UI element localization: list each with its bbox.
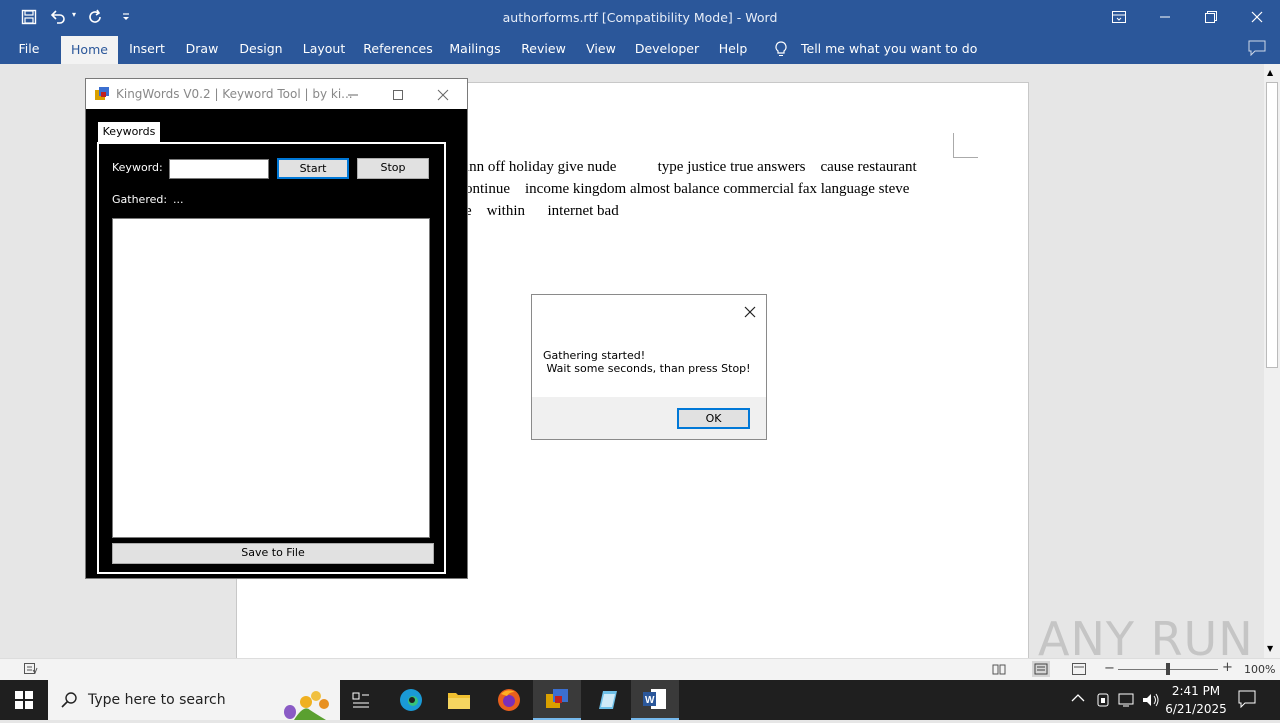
tab-home[interactable]: Home [61, 36, 118, 64]
keyword-input[interactable] [169, 159, 269, 179]
print-layout-icon[interactable] [1032, 661, 1050, 677]
ribbon-display-options-icon[interactable] [1096, 0, 1142, 34]
ok-button[interactable]: OK [677, 408, 750, 429]
svg-text:W: W [645, 695, 655, 706]
message-dialog: Gathering started! Wait some seconds, th… [531, 294, 767, 440]
vertical-scrollbar[interactable]: ▲ ▼ [1264, 64, 1280, 658]
kingwords-body: Keywords Keyword: Start Stop Gathered: .… [86, 109, 467, 578]
dialog-message-line1: Gathering started! [543, 349, 646, 362]
stop-button[interactable]: Stop [357, 158, 429, 179]
tab-keywords[interactable]: Keywords [98, 122, 160, 142]
search-icon [61, 692, 77, 711]
network-icon[interactable] [1118, 692, 1136, 711]
show-hidden-icons[interactable] [1071, 692, 1085, 706]
notification-center-icon[interactable] [1238, 690, 1256, 711]
zoom-slider-thumb[interactable] [1166, 663, 1170, 675]
volume-icon[interactable] [1142, 692, 1160, 711]
zoom-out-icon[interactable]: − [1104, 661, 1115, 676]
read-mode-icon[interactable] [992, 663, 1006, 678]
task-view-icon[interactable] [337, 680, 385, 720]
doc-text-line: inn off holiday give nude type justice t… [465, 159, 917, 175]
gathered-label: Gathered: [112, 193, 168, 206]
tab-insert[interactable]: Insert [124, 34, 170, 64]
kw-close-button[interactable] [429, 86, 457, 104]
clock-date[interactable]: 6/21/2025 [1163, 702, 1229, 716]
gathered-count: ... [173, 193, 184, 206]
keywords-list[interactable] [112, 218, 430, 538]
lightbulb-icon [774, 41, 788, 60]
ribbon-tab-bar: File Home Insert Draw Design Layout Refe… [0, 34, 1280, 64]
web-layout-icon[interactable] [1072, 663, 1086, 678]
tab-review[interactable]: Review [516, 34, 571, 64]
kw-minimize-button[interactable] [339, 86, 367, 104]
kingwords-taskbar-icon[interactable] [533, 680, 581, 720]
zoom-in-icon[interactable]: + [1222, 660, 1233, 675]
kw-maximize-button[interactable] [384, 86, 412, 104]
word-title-bar: ▾ authorforms.rtf [Compatibility Mode] -… [0, 0, 1280, 34]
doc-text-line: ontinue income kingdom almost balance co… [465, 181, 910, 197]
comments-icon[interactable] [1248, 40, 1266, 59]
keyword-label: Keyword: [112, 161, 163, 174]
dialog-footer: OK [532, 397, 766, 439]
zoom-level[interactable]: 100% [1244, 663, 1275, 676]
kingwords-window: KingWords V0.2 | Keyword Tool | by ki...… [85, 78, 468, 579]
tab-mailings[interactable]: Mailings [444, 34, 506, 64]
tab-design[interactable]: Design [234, 34, 288, 64]
tab-layout[interactable]: Layout [297, 34, 351, 64]
search-placeholder: Type here to search [88, 692, 226, 708]
firefox-icon[interactable] [485, 680, 533, 720]
minimize-button[interactable] [1142, 0, 1188, 34]
word-taskbar-icon[interactable]: W [631, 680, 679, 720]
status-bar: − + 100% [0, 658, 1280, 681]
tab-file[interactable]: File [10, 34, 48, 64]
save-to-file-button[interactable]: Save to File [112, 543, 434, 564]
start-button[interactable]: Start [277, 158, 349, 179]
tell-me-search[interactable]: Tell me what you want to do [801, 41, 977, 56]
keywords-tab-panel: Keyword: Start Stop Gathered: ... Save t… [97, 142, 446, 574]
scroll-down-icon[interactable]: ▼ [1267, 644, 1273, 653]
scroll-thumb[interactable] [1266, 82, 1278, 368]
doc-text-line: e within internet bad [465, 203, 619, 219]
kingwords-title-bar: KingWords V0.2 | Keyword Tool | by ki... [86, 79, 467, 109]
taskbar-search-box[interactable]: Type here to search [48, 680, 340, 720]
tab-view[interactable]: View [582, 34, 620, 64]
close-button[interactable] [1234, 0, 1280, 34]
file-explorer-icon[interactable] [435, 680, 483, 720]
clock-time[interactable]: 2:41 PM [1163, 684, 1229, 698]
search-highlight-flowers-icon [264, 684, 336, 723]
margin-corner-mark [953, 133, 978, 158]
dialog-message-line2: Wait some seconds, than press Stop! [543, 362, 751, 375]
notepad-icon[interactable] [583, 680, 631, 720]
accessibility-icon[interactable] [24, 663, 38, 678]
tab-developer[interactable]: Developer [632, 34, 702, 64]
tab-draw[interactable]: Draw [180, 34, 224, 64]
restore-button[interactable] [1188, 0, 1234, 34]
app-icon [95, 87, 109, 104]
tab-references[interactable]: References [362, 34, 434, 64]
scroll-up-icon[interactable]: ▲ [1267, 68, 1273, 77]
edge-icon[interactable] [387, 680, 435, 720]
dialog-close-button[interactable] [740, 303, 760, 321]
document-title: authorforms.rtf [Compatibility Mode] - W… [502, 10, 778, 25]
tab-help[interactable]: Help [712, 34, 754, 64]
defender-icon[interactable] [1096, 692, 1110, 711]
start-button[interactable] [0, 680, 48, 720]
kingwords-title: KingWords V0.2 | Keyword Tool | by ki... [116, 87, 353, 101]
